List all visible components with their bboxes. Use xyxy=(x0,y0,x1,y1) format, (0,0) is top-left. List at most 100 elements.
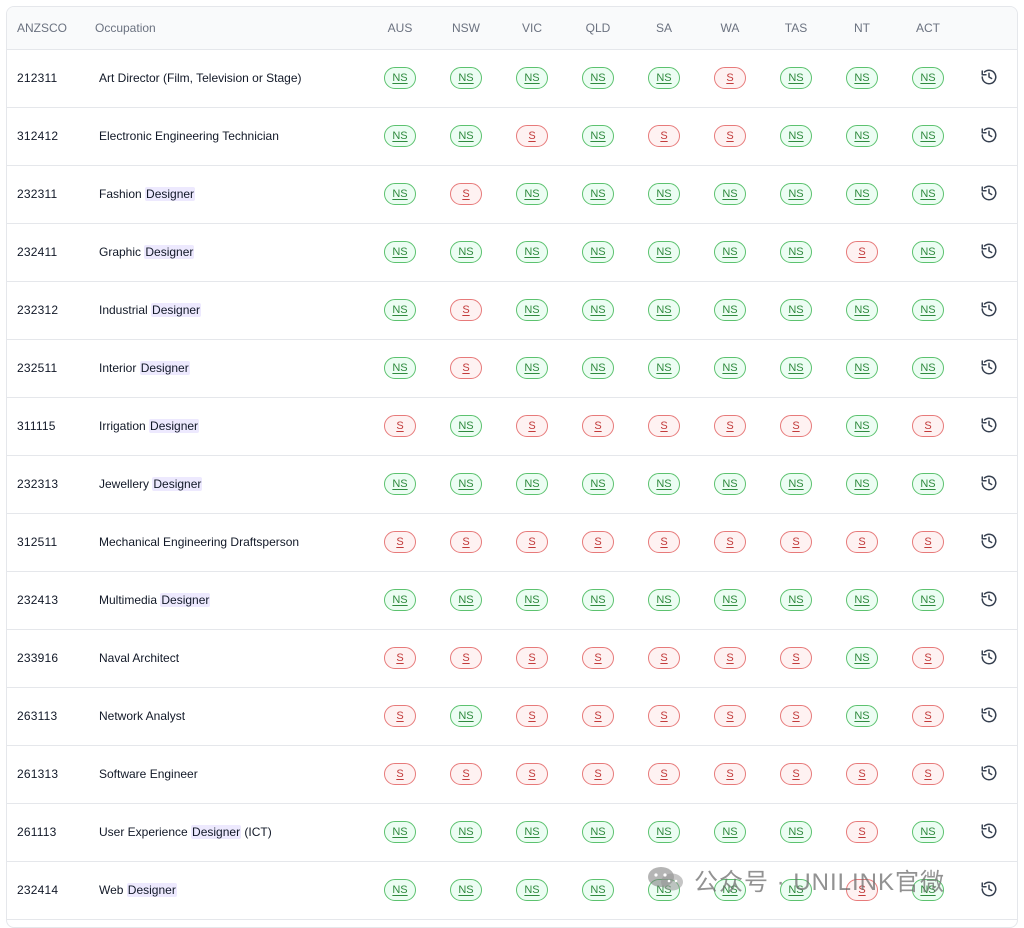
status-badge[interactable]: NS xyxy=(780,299,812,321)
history-icon[interactable] xyxy=(980,300,998,318)
history-icon[interactable] xyxy=(980,590,998,608)
status-badge[interactable]: NS xyxy=(780,879,812,901)
status-badge[interactable]: NS xyxy=(714,821,746,843)
status-badge[interactable]: S xyxy=(516,705,548,727)
status-badge[interactable]: S xyxy=(780,415,812,437)
status-badge[interactable]: NS xyxy=(450,241,482,263)
status-badge[interactable]: NS xyxy=(714,299,746,321)
status-badge[interactable]: NS xyxy=(516,67,548,89)
status-badge[interactable]: S xyxy=(780,705,812,727)
history-icon[interactable] xyxy=(980,648,998,666)
status-badge[interactable]: NS xyxy=(384,473,416,495)
status-badge[interactable]: NS xyxy=(846,357,878,379)
status-badge[interactable]: S xyxy=(516,763,548,785)
status-badge[interactable]: S xyxy=(714,125,746,147)
status-badge[interactable]: NS xyxy=(714,589,746,611)
status-badge[interactable]: NS xyxy=(450,125,482,147)
status-badge[interactable]: S xyxy=(912,415,944,437)
status-badge[interactable]: NS xyxy=(780,67,812,89)
status-badge[interactable]: S xyxy=(384,531,416,553)
status-badge[interactable]: S xyxy=(582,705,614,727)
status-badge[interactable]: NS xyxy=(450,473,482,495)
status-badge[interactable]: NS xyxy=(714,473,746,495)
status-badge[interactable]: NS xyxy=(780,125,812,147)
status-badge[interactable]: NS xyxy=(582,125,614,147)
status-badge[interactable]: NS xyxy=(714,879,746,901)
status-badge[interactable]: S xyxy=(384,763,416,785)
status-badge[interactable]: S xyxy=(516,531,548,553)
status-badge[interactable]: S xyxy=(846,763,878,785)
status-badge[interactable]: S xyxy=(450,183,482,205)
status-badge[interactable]: NS xyxy=(912,183,944,205)
status-badge[interactable]: NS xyxy=(384,589,416,611)
status-badge[interactable]: S xyxy=(780,763,812,785)
status-badge[interactable]: NS xyxy=(582,357,614,379)
status-badge[interactable]: NS xyxy=(516,299,548,321)
history-icon[interactable] xyxy=(980,416,998,434)
status-badge[interactable]: NS xyxy=(582,879,614,901)
status-badge[interactable]: NS xyxy=(516,241,548,263)
status-badge[interactable]: S xyxy=(648,763,680,785)
status-badge[interactable]: NS xyxy=(714,241,746,263)
history-icon[interactable] xyxy=(980,880,998,898)
status-badge[interactable]: NS xyxy=(912,589,944,611)
status-badge[interactable]: NS xyxy=(384,821,416,843)
status-badge[interactable]: S xyxy=(450,357,482,379)
status-badge[interactable]: S xyxy=(582,415,614,437)
status-badge[interactable]: S xyxy=(714,531,746,553)
status-badge[interactable]: S xyxy=(912,763,944,785)
status-badge[interactable]: NS xyxy=(582,183,614,205)
status-badge[interactable]: NS xyxy=(516,589,548,611)
status-badge[interactable]: NS xyxy=(384,299,416,321)
status-badge[interactable]: S xyxy=(846,821,878,843)
status-badge[interactable]: NS xyxy=(846,647,878,669)
status-badge[interactable]: NS xyxy=(384,125,416,147)
status-badge[interactable]: S xyxy=(384,647,416,669)
status-badge[interactable]: S xyxy=(648,415,680,437)
status-badge[interactable]: NS xyxy=(912,821,944,843)
status-badge[interactable]: S xyxy=(582,763,614,785)
status-badge[interactable]: NS xyxy=(450,821,482,843)
status-badge[interactable]: NS xyxy=(780,473,812,495)
status-badge[interactable]: NS xyxy=(912,357,944,379)
status-badge[interactable]: NS xyxy=(780,589,812,611)
status-badge[interactable]: S xyxy=(912,531,944,553)
history-icon[interactable] xyxy=(980,184,998,202)
status-badge[interactable]: S xyxy=(846,531,878,553)
status-badge[interactable]: NS xyxy=(516,183,548,205)
history-icon[interactable] xyxy=(980,822,998,840)
status-badge[interactable]: NS xyxy=(648,299,680,321)
status-badge[interactable]: S xyxy=(450,531,482,553)
status-badge[interactable]: S xyxy=(648,125,680,147)
status-badge[interactable]: NS xyxy=(648,67,680,89)
status-badge[interactable]: NS xyxy=(582,473,614,495)
status-badge[interactable]: NS xyxy=(714,183,746,205)
status-badge[interactable]: S xyxy=(714,415,746,437)
status-badge[interactable]: NS xyxy=(648,183,680,205)
status-badge[interactable]: NS xyxy=(780,821,812,843)
status-badge[interactable]: S xyxy=(384,705,416,727)
status-badge[interactable]: NS xyxy=(714,357,746,379)
status-badge[interactable]: NS xyxy=(384,357,416,379)
status-badge[interactable]: S xyxy=(912,647,944,669)
status-badge[interactable]: NS xyxy=(450,879,482,901)
status-badge[interactable]: NS xyxy=(846,125,878,147)
status-badge[interactable]: S xyxy=(582,531,614,553)
status-badge[interactable]: S xyxy=(648,647,680,669)
history-icon[interactable] xyxy=(980,764,998,782)
history-icon[interactable] xyxy=(980,706,998,724)
status-badge[interactable]: NS xyxy=(912,125,944,147)
status-badge[interactable]: NS xyxy=(648,357,680,379)
status-badge[interactable]: NS xyxy=(384,67,416,89)
status-badge[interactable]: NS xyxy=(846,183,878,205)
status-badge[interactable]: NS xyxy=(648,241,680,263)
status-badge[interactable]: NS xyxy=(780,183,812,205)
status-badge[interactable]: NS xyxy=(912,67,944,89)
status-badge[interactable]: NS xyxy=(846,705,878,727)
status-badge[interactable]: NS xyxy=(450,67,482,89)
status-badge[interactable]: NS xyxy=(582,299,614,321)
status-badge[interactable]: NS xyxy=(582,67,614,89)
status-badge[interactable]: NS xyxy=(450,705,482,727)
status-badge[interactable]: NS xyxy=(450,415,482,437)
status-badge[interactable]: S xyxy=(516,647,548,669)
